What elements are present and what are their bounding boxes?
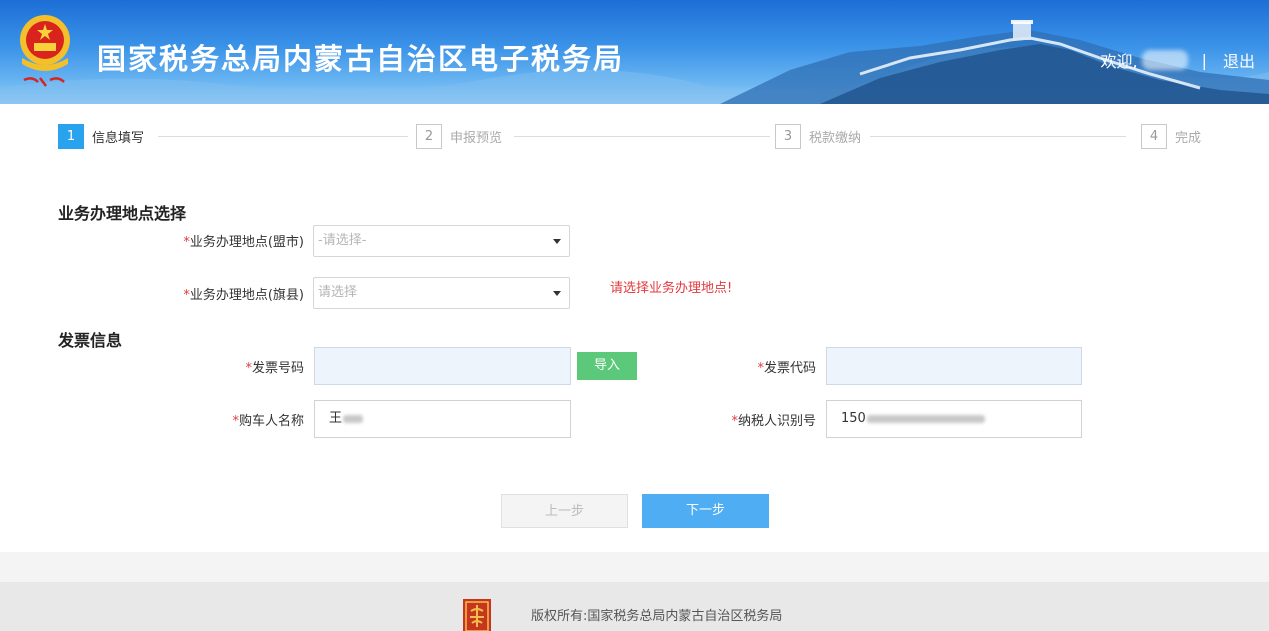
invoice-code-input[interactable]	[826, 347, 1082, 385]
step-number: 2	[416, 124, 442, 149]
logout-link[interactable]: 退出	[1223, 48, 1255, 72]
invoice-number-input[interactable]	[314, 347, 571, 385]
step-4: 4 完成	[1141, 124, 1201, 149]
step-number: 1	[58, 124, 84, 149]
site-title: 国家税务总局内蒙古自治区电子税务局	[97, 42, 625, 76]
city-select[interactable]: -请选择-	[313, 225, 570, 257]
step-3: 3 税款缴纳	[775, 124, 861, 149]
invoice-code-label: *发票代码	[757, 361, 816, 376]
step-number: 3	[775, 124, 801, 149]
import-button[interactable]: 导入	[577, 352, 637, 380]
copyright-text: 版权所有:国家税务总局内蒙古自治区税务局	[531, 609, 783, 624]
step-number: 4	[1141, 124, 1167, 149]
location-section-title: 业务办理地点选择	[58, 204, 187, 223]
welcome-text: 欢迎,	[1100, 52, 1138, 71]
national-emblem-icon	[20, 15, 70, 87]
city-select-value: -请选择-	[318, 233, 367, 248]
user-area: 欢迎, | 退出	[1100, 48, 1255, 72]
buyer-name-input[interactable]: 王	[314, 400, 571, 438]
county-select-value: 请选择	[318, 285, 358, 300]
buyer-name-label: *购车人名称	[232, 414, 304, 429]
invoice-section-title: 发票信息	[58, 331, 123, 350]
taxpayer-id-value: 150	[841, 411, 866, 426]
tax-bureau-logo-icon	[463, 599, 491, 631]
redacted-text	[866, 414, 985, 423]
dropdown-caret-icon	[553, 239, 561, 244]
step-2: 2 申报预览	[416, 124, 502, 149]
step-1: 1 信息填写	[58, 124, 144, 149]
taxpayer-id-input[interactable]: 150	[826, 400, 1082, 438]
previous-step-button[interactable]: 上一步	[501, 494, 628, 528]
city-field-label: *业务办理地点(盟市)	[183, 235, 304, 250]
invoice-number-label: *发票号码	[245, 361, 304, 376]
redacted-text	[343, 414, 364, 423]
step-connector	[158, 136, 408, 137]
dropdown-caret-icon	[553, 291, 561, 296]
county-select[interactable]: 请选择	[313, 277, 570, 309]
location-error-message: 请选择业务办理地点!	[610, 281, 733, 296]
step-label: 申报预览	[450, 131, 503, 146]
step-connector	[870, 136, 1126, 137]
username-redacted	[1141, 50, 1188, 70]
step-label: 完成	[1175, 131, 1202, 146]
step-indicator: 1 信息填写 2 申报预览 3 税款缴纳 4 完成	[58, 124, 1206, 150]
step-connector	[514, 136, 770, 137]
footer-spacer	[0, 552, 1269, 582]
buyer-name-value: 王	[329, 411, 343, 426]
step-label: 税款缴纳	[809, 131, 862, 146]
site-header: 国家税务总局内蒙古自治区电子税务局 欢迎, | 退出	[0, 0, 1269, 104]
county-field-label: *业务办理地点(旗县)	[183, 288, 304, 303]
step-label: 信息填写	[92, 131, 145, 146]
next-step-button[interactable]: 下一步	[642, 494, 769, 528]
separator: |	[1201, 50, 1207, 70]
taxpayer-id-label: *纳税人识别号	[731, 414, 816, 429]
site-footer: 版权所有:国家税务总局内蒙古自治区税务局	[0, 582, 1269, 631]
